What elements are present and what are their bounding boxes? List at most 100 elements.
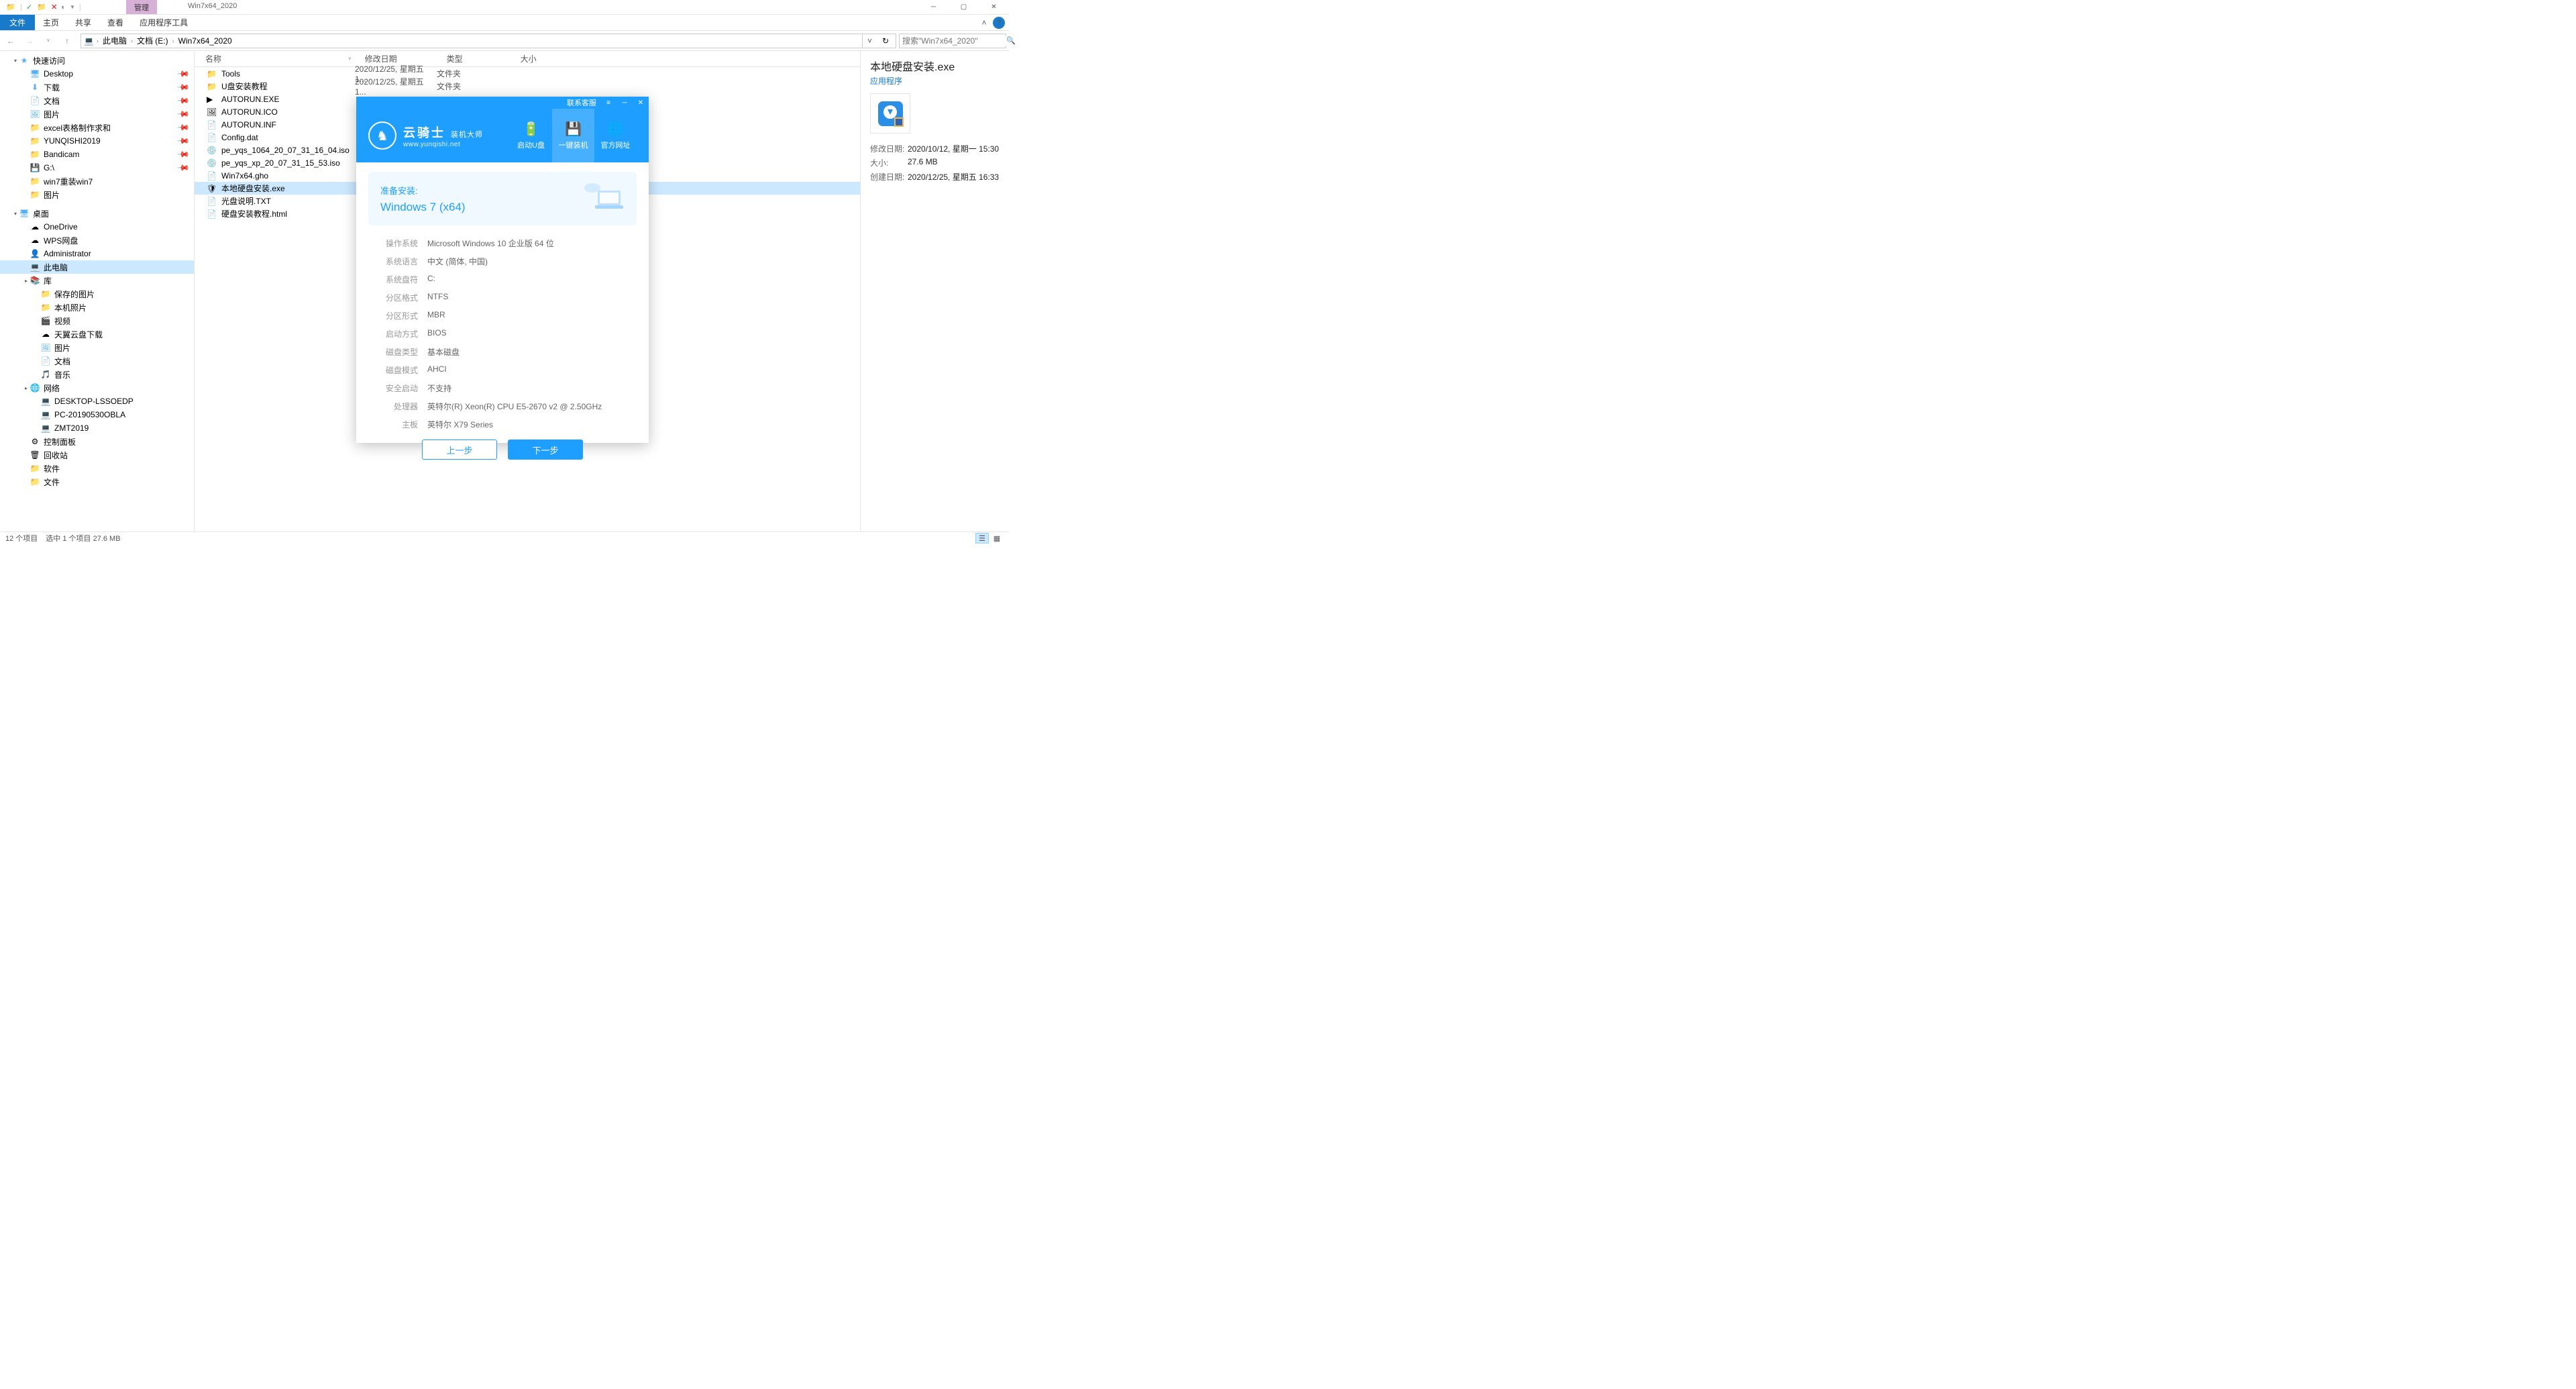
tree-item[interactable]: 📄文档 — [0, 354, 194, 368]
ribbon-context-tab[interactable]: 管理 — [126, 0, 157, 14]
tree-item[interactable]: 📄文档📌 — [0, 94, 194, 107]
expand-icon[interactable]: ▾ — [12, 58, 19, 64]
tree-item[interactable]: 🎵音乐 — [0, 368, 194, 381]
menu-icon[interactable]: ≡ — [604, 99, 612, 107]
tree-item[interactable]: 📁excel表格制作求和📌 — [0, 121, 194, 134]
expand-icon[interactable]: ▸ — [23, 385, 30, 391]
tree-item[interactable]: ▸📚库 — [0, 274, 194, 287]
close-button[interactable]: ✕ — [979, 0, 1009, 15]
search-input[interactable] — [902, 36, 1006, 46]
tree-item[interactable]: ☁WPS网盘 — [0, 234, 194, 247]
navigation-tree[interactable]: ▾★快速访问🖥Desktop📌⬇下载📌📄文档📌🖼图片📌📁excel表格制作求和📌… — [0, 51, 195, 531]
ribbon-tab-file[interactable]: 文件 — [0, 15, 35, 30]
ribbon-tab-view[interactable]: 查看 — [99, 15, 131, 30]
tree-item[interactable]: 💻DESKTOP-LSSOEDP — [0, 395, 194, 408]
refresh-icon[interactable]: ↻ — [878, 36, 893, 46]
col-header-name[interactable]: 名称 — [195, 53, 348, 64]
checkmark-icon[interactable]: ✓ — [26, 3, 32, 11]
search-icon[interactable]: 🔍 — [1006, 36, 1016, 45]
expand-icon[interactable]: ▸ — [23, 278, 30, 284]
info-row: 启动方式BIOS — [378, 328, 627, 340]
dialog-nav: 🔋启动U盘💾一键装机🌐官方网址 — [510, 109, 637, 162]
ribbon-tab-apptools[interactable]: 应用程序工具 — [131, 15, 196, 30]
tree-item[interactable]: ☁天翼云盘下载 — [0, 327, 194, 341]
file-type-icon: 💿 — [207, 145, 217, 156]
tree-item[interactable]: ⬇下载📌 — [0, 81, 194, 94]
tree-item[interactable]: 📁文件 — [0, 475, 194, 488]
chevron-right-icon[interactable]: › — [129, 38, 134, 44]
next-button[interactable]: 下一步 — [508, 440, 583, 460]
file-name: AUTORUN.INF — [221, 120, 348, 130]
tree-item[interactable]: 📁软件 — [0, 462, 194, 475]
nav-back-button[interactable]: ← — [3, 33, 19, 49]
breadcrumb-folder[interactable]: Win7x64_2020 — [177, 36, 233, 46]
details-pane: 本地硬盘安装.exe 应用程序 修改日期:2020/10/12, 星期一 15:… — [860, 51, 1009, 531]
tree-item[interactable]: ⚙控制面板 — [0, 435, 194, 448]
help-icon[interactable]: ? — [993, 17, 1005, 29]
col-header-size[interactable]: 大小 — [514, 53, 581, 64]
nav-forward-button[interactable]: → — [21, 33, 38, 49]
tree-item[interactable]: ▸🌐网络 — [0, 381, 194, 395]
dialog-nav-item[interactable]: 🔋启动U盘 — [510, 109, 552, 162]
minimize-button[interactable]: ─ — [918, 0, 949, 15]
ribbon-tabs: 文件 主页 共享 查看 应用程序工具 ˄ ? — [0, 15, 1009, 31]
tree-item[interactable]: 📁保存的图片 — [0, 287, 194, 301]
info-row: 主板英特尔 X79 Series — [378, 419, 627, 430]
tree-item[interactable]: 📁图片 — [0, 188, 194, 201]
tree-item[interactable]: 💻此电脑 — [0, 260, 194, 274]
nav-up-button[interactable]: ↑ — [59, 33, 75, 49]
contact-service-link[interactable]: 联系客服 — [567, 97, 596, 108]
tree-item[interactable]: 💻PC-20190530OBLA — [0, 408, 194, 421]
search-box[interactable]: 🔍 — [899, 34, 1006, 48]
breadcrumb-root[interactable]: 此电脑 — [101, 35, 128, 46]
tree-item[interactable]: ☁OneDrive — [0, 220, 194, 234]
dialog-nav-item[interactable]: 🌐官方网址 — [594, 109, 637, 162]
tree-item[interactable]: 💻ZMT2019 — [0, 421, 194, 435]
dialog-nav-item[interactable]: 💾一键装机 — [552, 109, 594, 162]
prev-button[interactable]: 上一步 — [422, 440, 497, 460]
tree-item-label: 视频 — [54, 315, 70, 327]
tree-item[interactable]: 📁win7重装win7 — [0, 174, 194, 188]
tree-item[interactable]: 🖼图片 — [0, 341, 194, 354]
tree-item[interactable]: 🖼图片📌 — [0, 107, 194, 121]
tree-item[interactable]: 🎬视频 — [0, 314, 194, 327]
ribbon-collapse-icon[interactable]: ˄ — [978, 17, 990, 29]
orb-icon[interactable]: ◐ — [61, 3, 66, 11]
folder-icon-glyph: 📁 — [30, 136, 40, 146]
tree-item[interactable]: 💾G:\📌 — [0, 161, 194, 174]
view-details-button[interactable]: ☰ — [975, 533, 989, 544]
address-bar[interactable]: 💻 › 此电脑 › 文档 (E:) › Win7x64_2020 ˅ ↻ — [80, 34, 896, 48]
ribbon-tab-share[interactable]: 共享 — [67, 15, 99, 30]
chevron-right-icon[interactable]: › — [95, 38, 100, 44]
folder-icon-glyph: 📁 — [30, 189, 40, 200]
customize-dropdown-icon[interactable]: ▼ — [70, 4, 75, 10]
address-dropdown-icon[interactable]: ˅ — [862, 34, 877, 48]
tree-item[interactable]: ▾🖥桌面 — [0, 207, 194, 220]
tree-item[interactable]: 📁YUNQISHI2019📌 — [0, 134, 194, 148]
info-row: 分区形式MBR — [378, 310, 627, 321]
tree-item[interactable]: 📁Bandicam📌 — [0, 148, 194, 161]
folder-icon: 📁 — [5, 2, 16, 13]
tree-item[interactable]: 👤Administrator — [0, 247, 194, 260]
tree-item[interactable]: 🖥Desktop📌 — [0, 67, 194, 81]
view-icons-button[interactable]: ▦ — [990, 533, 1004, 544]
desktop-icon-glyph: 🖥 — [30, 68, 40, 79]
ribbon-tab-home[interactable]: 主页 — [35, 15, 67, 30]
chevron-right-icon[interactable]: › — [171, 38, 176, 44]
folder-icon[interactable]: 📁 — [36, 2, 47, 13]
file-row[interactable]: 📁U盘安装教程2020/12/25, 星期五 1...文件夹 — [195, 80, 860, 93]
close-red-icon[interactable]: ✕ — [51, 3, 57, 11]
tree-item[interactable]: 📁本机照片 — [0, 301, 194, 314]
maximize-button[interactable]: ▢ — [949, 0, 979, 15]
close-icon[interactable]: ✕ — [637, 99, 645, 107]
nav-recent-dropdown[interactable]: ˅ — [40, 33, 56, 49]
file-row[interactable]: 📁Tools2020/12/25, 星期五 1...文件夹 — [195, 67, 860, 80]
tree-item[interactable]: ▾★快速访问 — [0, 54, 194, 67]
info-row: 磁盘模式AHCI — [378, 364, 627, 376]
breadcrumb-drive[interactable]: 文档 (E:) — [136, 35, 170, 46]
tree-item[interactable]: 🗑回收站 — [0, 448, 194, 462]
expand-icon[interactable]: ▾ — [12, 211, 19, 217]
col-header-type[interactable]: 类型 — [440, 53, 514, 64]
prop-value: 27.6 MB — [908, 157, 1000, 168]
minimize-icon[interactable]: ─ — [621, 99, 629, 107]
